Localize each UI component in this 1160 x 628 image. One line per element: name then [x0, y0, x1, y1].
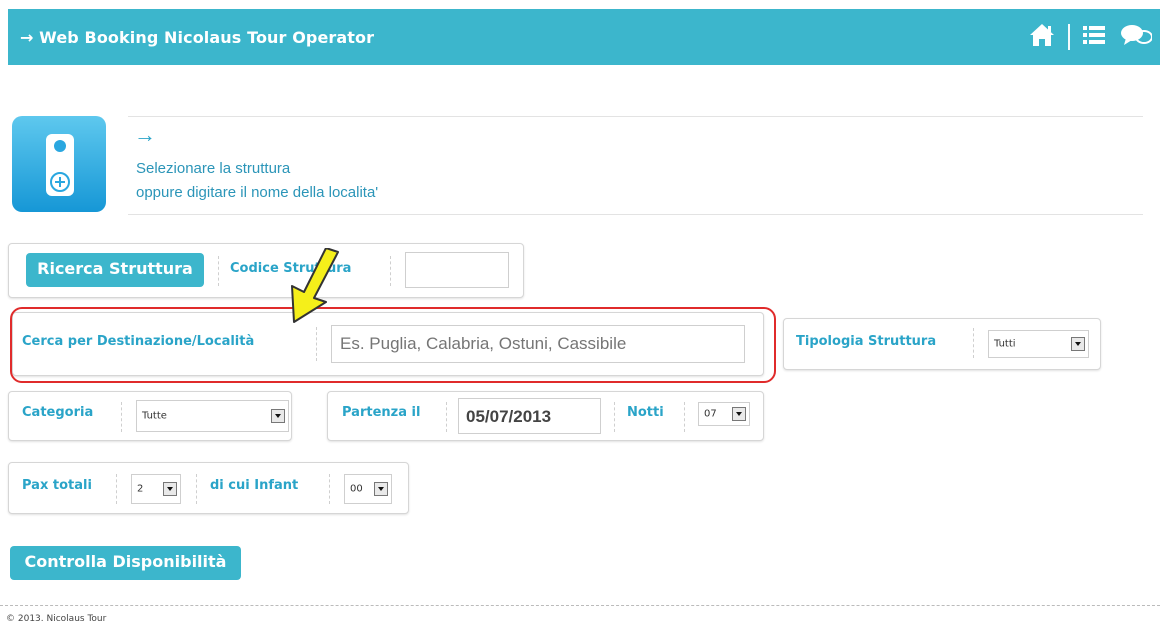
intro-arrow-icon: → — [134, 122, 156, 147]
header-icons — [1028, 22, 1153, 53]
separator — [446, 402, 447, 432]
intro-text-line2: oppure digitare il nome della localita' — [136, 184, 379, 201]
intro-divider-top — [128, 116, 1143, 117]
separator — [218, 256, 219, 286]
door-tag-hole — [54, 140, 66, 152]
infant-label: di cui Infant — [210, 478, 299, 493]
tipologia-label: Tipologia Struttura — [796, 334, 937, 349]
intro-text-line1: Selezionare la struttura — [136, 160, 291, 177]
partenza-label: Partenza il — [342, 405, 421, 420]
list-icon[interactable] — [1082, 23, 1106, 52]
pointer-arrow-icon — [291, 248, 339, 323]
separator — [684, 402, 685, 432]
chat-icon[interactable] — [1120, 22, 1153, 53]
partenza-date-value: 05/07/2013 — [466, 407, 552, 426]
categoria-select[interactable]: Tutte — [136, 400, 289, 432]
categoria-value: Tutte — [142, 410, 167, 422]
notti-select[interactable]: 07 — [698, 402, 750, 426]
codice-struttura-input[interactable] — [405, 252, 509, 288]
intro-divider-bottom — [128, 214, 1143, 215]
notti-value: 07 — [704, 408, 717, 420]
header-bar: → Web Booking Nicolaus Tour Operator — [8, 9, 1160, 65]
separator — [329, 474, 330, 504]
separator — [196, 474, 197, 504]
chevron-down-icon[interactable] — [374, 482, 388, 496]
chevron-down-icon[interactable] — [271, 409, 285, 423]
home-icon[interactable] — [1028, 22, 1056, 53]
infant-select[interactable]: 00 — [344, 474, 392, 504]
plus-circle-icon — [50, 172, 70, 192]
separator — [116, 474, 117, 504]
chevron-down-icon[interactable] — [1071, 337, 1085, 351]
controlla-disponibilita-button[interactable]: Controlla Disponibilità — [10, 546, 241, 580]
pax-totali-label: Pax totali — [22, 478, 92, 493]
pax-totali-value: 2 — [137, 483, 144, 495]
pax-totali-select[interactable]: 2 — [131, 474, 181, 504]
structure-search-icon — [12, 116, 106, 212]
tipologia-value: Tutti — [994, 338, 1016, 350]
categoria-label: Categoria — [22, 405, 94, 420]
separator — [614, 402, 615, 432]
tipologia-select[interactable]: Tutti — [988, 330, 1089, 358]
separator — [121, 402, 122, 432]
infant-value: 00 — [350, 483, 363, 495]
footer-copyright: © 2013. Nicolaus Tour — [6, 614, 107, 624]
chevron-down-icon[interactable] — [732, 407, 746, 421]
footer-divider — [0, 605, 1160, 606]
notti-label: Notti — [627, 405, 664, 420]
separator — [390, 256, 391, 286]
header-separator — [1068, 24, 1070, 50]
chevron-down-icon[interactable] — [163, 482, 177, 496]
header-title: → Web Booking Nicolaus Tour Operator — [20, 28, 375, 47]
separator — [973, 328, 974, 358]
ricerca-struttura-button[interactable]: Ricerca Struttura — [26, 253, 204, 287]
partenza-date-input[interactable]: 05/07/2013 — [458, 398, 601, 434]
highlight-frame — [10, 307, 776, 383]
